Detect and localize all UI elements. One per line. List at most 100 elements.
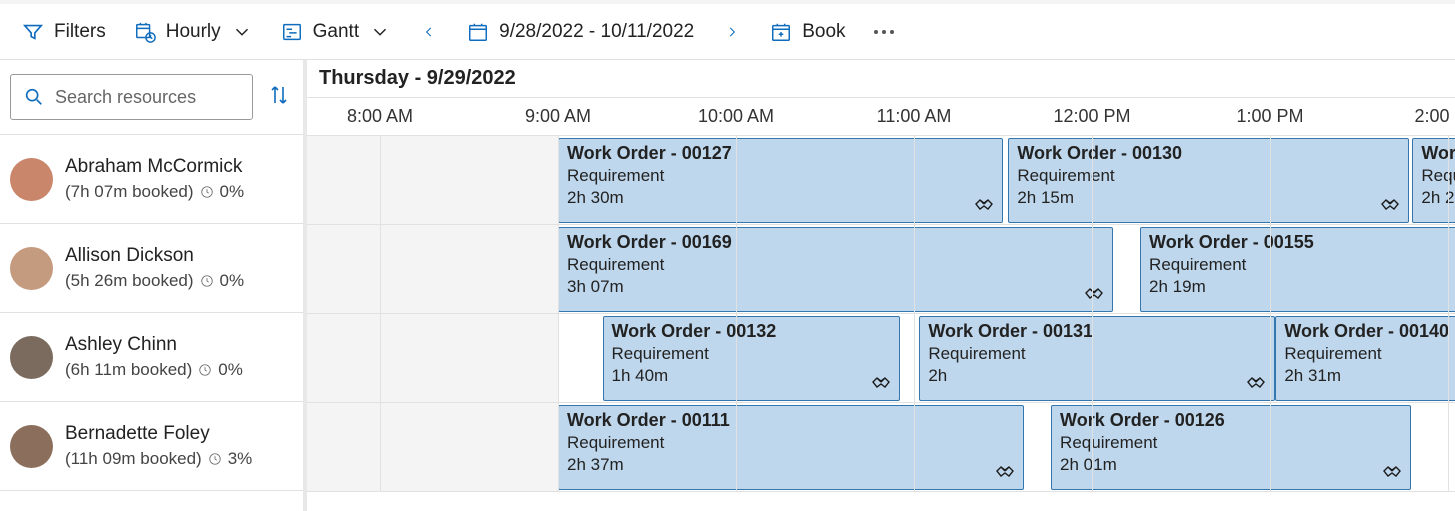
task-title: Work Order - 00130	[1017, 143, 1400, 164]
unavailable-block	[307, 225, 558, 313]
resource-name: Abraham McCormick	[65, 156, 244, 178]
resource-subtext: (6h 11m booked) 0%	[65, 360, 243, 380]
work-order-task[interactable]: Work Order - 00126Requirement2h 01m	[1051, 405, 1411, 490]
book-icon	[770, 21, 792, 43]
board-row[interactable]: Work Order - 00127Requirement2h 30mWork …	[307, 136, 1455, 225]
work-order-task[interactable]: Work Order - 00140Requirement2h 31m	[1275, 316, 1455, 401]
task-title: Work Order -	[1421, 143, 1455, 164]
handshake-icon	[993, 459, 1017, 483]
task-duration: 2h 31m	[1284, 366, 1455, 386]
book-label: Book	[802, 21, 845, 43]
calendar-clock-icon	[134, 21, 156, 43]
task-requirement: Requirement	[612, 344, 891, 364]
schedule-board: Search resources Abraham McCormick (7h 07…	[0, 60, 1455, 511]
unavailable-block	[307, 314, 558, 402]
unavailable-block	[307, 403, 558, 491]
board-row[interactable]: Work Order - 00132Requirement1h 40mWork …	[307, 314, 1455, 403]
chevron-down-icon	[231, 21, 253, 43]
time-tick: 12:00 PM	[1053, 106, 1130, 127]
task-title: Work Order - 00127	[567, 143, 994, 164]
time-header: 8:00 AM9:00 AM10:00 AM11:00 AM12:00 PM1:…	[307, 98, 1455, 136]
task-duration: 2h 37m	[567, 455, 1015, 475]
layout-label: Gantt	[313, 21, 359, 43]
board-row[interactable]: Work Order - 00111Requirement2h 37mWork …	[307, 403, 1455, 492]
work-order-task[interactable]: Work Order - 00131Requirement2h	[919, 316, 1275, 401]
work-order-task[interactable]: Work Order - 00132Requirement1h 40m	[603, 316, 900, 401]
resource-name: Allison Dickson	[65, 245, 244, 267]
task-requirement: Requirement	[567, 433, 1015, 453]
search-row: Search resources	[0, 60, 303, 135]
time-tick: 8:00 AM	[347, 106, 413, 127]
time-tick: 2:00 PM	[1414, 106, 1455, 127]
task-title: Work Order - 00169	[567, 232, 1104, 253]
view-mode-label: Hourly	[166, 21, 221, 43]
date-range-label: 9/28/2022 - 10/11/2022	[499, 21, 694, 43]
layout-dropdown[interactable]: Gantt	[281, 21, 391, 43]
gantt-icon	[281, 21, 303, 43]
resource-subtext: (7h 07m booked) 0%	[65, 182, 244, 202]
work-order-task[interactable]: Work Order - 00111Requirement2h 37m	[558, 405, 1024, 490]
filters-label: Filters	[54, 21, 106, 43]
gridline	[1270, 136, 1271, 492]
work-order-task[interactable]: Work Order - 00155Requirement2h 19m	[1140, 227, 1455, 312]
task-title: Work Order - 00131	[928, 321, 1266, 342]
next-arrow[interactable]	[722, 22, 742, 42]
filter-icon	[22, 21, 44, 43]
toolbar: Filters Hourly Gantt 9/28/2022 - 10/11/2…	[0, 0, 1455, 60]
resource-row[interactable]: Bernadette Foley (11h 09m booked) 3%	[0, 402, 303, 491]
gridline	[914, 136, 915, 492]
resource-name: Bernadette Foley	[65, 423, 252, 445]
task-requirement: Requirement	[928, 344, 1266, 364]
task-requirement: Requirement	[567, 166, 994, 186]
board-row[interactable]: Work Order - 00169Requirement3h 07mWork …	[307, 225, 1455, 314]
clock-icon	[200, 274, 214, 288]
task-duration: 2h 19m	[1149, 277, 1455, 297]
task-duration: 2h 01m	[1060, 455, 1402, 475]
search-icon	[23, 86, 45, 108]
board: Work Order - 00127Requirement2h 30mWork …	[307, 136, 1455, 492]
gridline	[1092, 136, 1093, 492]
gridline	[380, 136, 381, 492]
task-title: Work Order - 00111	[567, 410, 1015, 431]
gridline	[1448, 136, 1449, 492]
book-button[interactable]: Book	[770, 21, 845, 43]
task-requirement: Requirement	[1284, 344, 1455, 364]
task-duration: 2h 30m	[567, 188, 994, 208]
work-order-task[interactable]: Work Order - 00130Requirement2h 15m	[1008, 138, 1409, 223]
task-title: Work Order - 00126	[1060, 410, 1402, 431]
task-requirement: Requirement	[1149, 255, 1455, 275]
prev-arrow[interactable]	[419, 22, 439, 42]
handshake-icon	[972, 192, 996, 216]
date-header: Thursday - 9/29/2022	[307, 60, 1455, 98]
search-input[interactable]: Search resources	[10, 74, 253, 120]
resource-subtext: (11h 09m booked) 3%	[65, 449, 252, 469]
resource-name: Ashley Chinn	[65, 334, 243, 356]
handshake-icon	[1082, 281, 1106, 305]
sort-button[interactable]	[267, 83, 291, 111]
clock-icon	[208, 452, 222, 466]
resource-row[interactable]: Abraham McCormick (7h 07m booked) 0%	[0, 135, 303, 224]
resource-subtext: (5h 26m booked) 0%	[65, 271, 244, 291]
avatar	[10, 158, 53, 201]
time-tick: 1:00 PM	[1236, 106, 1303, 127]
resource-panel: Search resources Abraham McCormick (7h 07…	[0, 60, 307, 511]
more-button[interactable]	[874, 30, 894, 34]
search-placeholder: Search resources	[55, 87, 196, 108]
handshake-icon	[1378, 192, 1402, 216]
task-title: Work Order - 00155	[1149, 232, 1455, 253]
work-order-task[interactable]: Work Order - 00127Requirement2h 30m	[558, 138, 1003, 223]
view-mode-dropdown[interactable]: Hourly	[134, 21, 253, 43]
task-title: Work Order - 00140	[1284, 321, 1455, 342]
filters-button[interactable]: Filters	[22, 21, 106, 43]
task-requirement: Requirement	[1017, 166, 1400, 186]
task-duration: 1h 40m	[612, 366, 891, 386]
resource-row[interactable]: Allison Dickson (5h 26m booked) 0%	[0, 224, 303, 313]
task-duration: 2h	[928, 366, 1266, 386]
avatar	[10, 336, 53, 379]
task-duration: 3h 07m	[567, 277, 1104, 297]
chevron-down-icon	[369, 21, 391, 43]
resource-row[interactable]: Ashley Chinn (6h 11m booked) 0%	[0, 313, 303, 402]
task-requirement: Requirement	[567, 255, 1104, 275]
date-range-picker[interactable]: 9/28/2022 - 10/11/2022	[467, 21, 694, 43]
work-order-task[interactable]: Work Order - 00169Requirement3h 07m	[558, 227, 1113, 312]
